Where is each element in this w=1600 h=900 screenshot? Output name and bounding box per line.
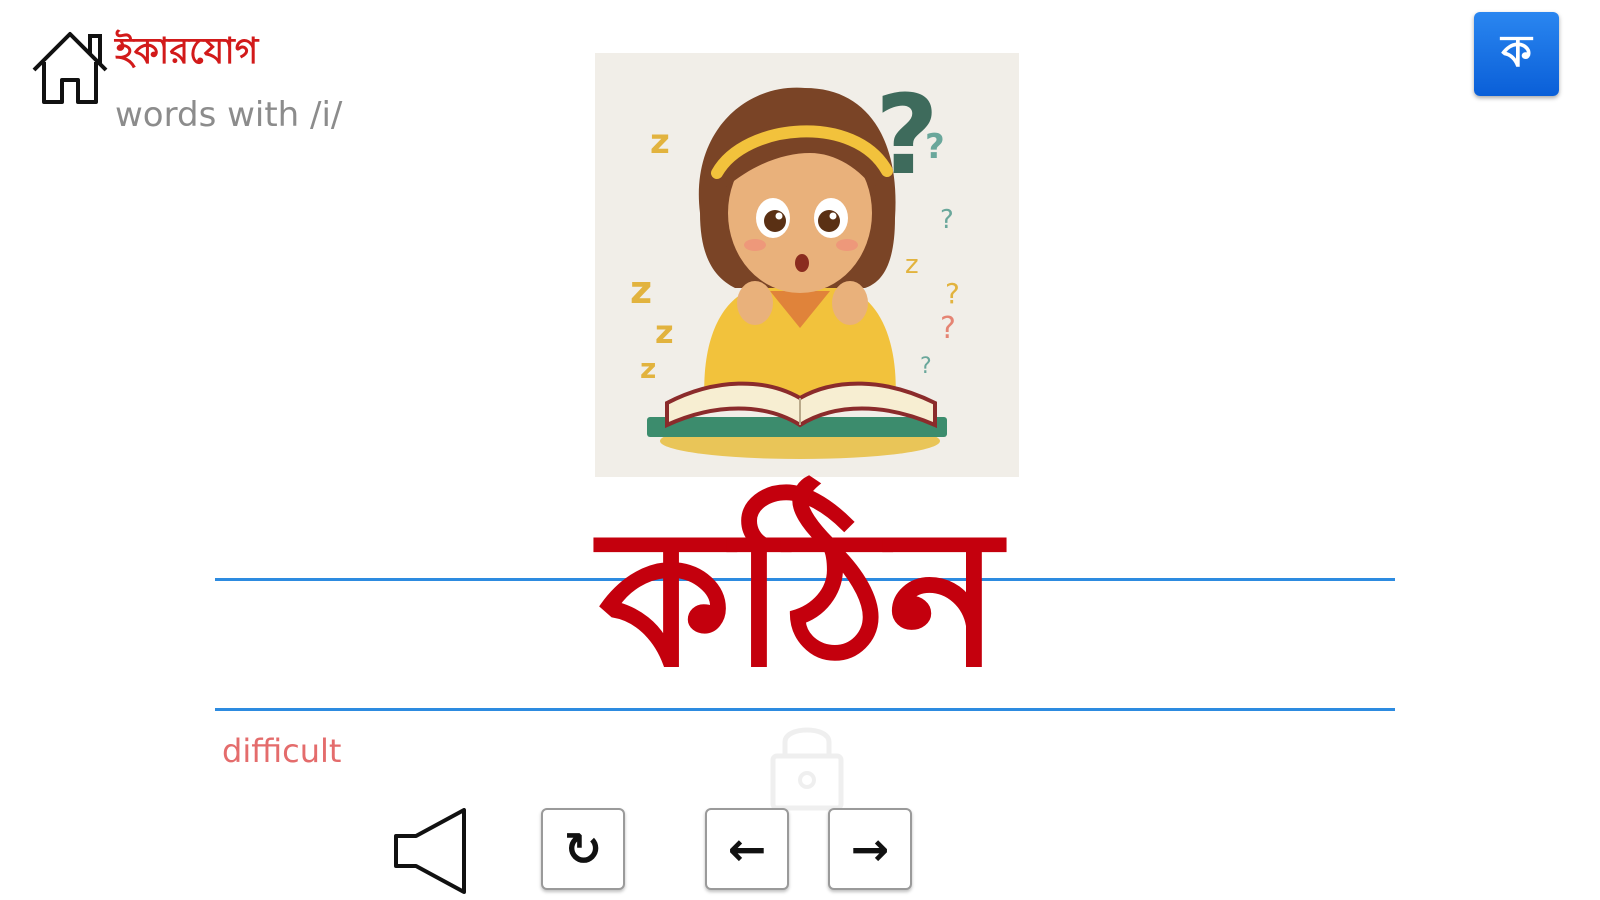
word-illustration: ? ? ? ? ? z ? z z z z bbox=[595, 53, 1019, 477]
svg-text:?: ? bbox=[940, 205, 954, 235]
home-button[interactable] bbox=[28, 26, 112, 108]
replay-icon: ↻ bbox=[563, 822, 603, 876]
lock-icon bbox=[763, 712, 851, 812]
language-button[interactable]: ক bbox=[1474, 12, 1559, 96]
svg-text:z: z bbox=[630, 268, 652, 312]
lesson-title: ইকারযোগ bbox=[115, 31, 259, 72]
arrow-right-icon: → bbox=[850, 822, 890, 876]
svg-text:z: z bbox=[650, 122, 670, 162]
svg-text:z: z bbox=[640, 352, 656, 385]
word-translation: difficult bbox=[222, 732, 342, 770]
play-audio-button[interactable] bbox=[392, 808, 472, 894]
svg-text:?: ? bbox=[940, 311, 956, 346]
previous-button[interactable]: ← bbox=[705, 808, 789, 890]
svg-text:?: ? bbox=[925, 127, 945, 167]
svg-text:z: z bbox=[905, 250, 919, 280]
lesson-word: কঠিন bbox=[598, 488, 1002, 709]
speaker-icon bbox=[394, 808, 466, 894]
svg-text:?: ? bbox=[920, 354, 932, 379]
replay-button[interactable]: ↻ bbox=[541, 808, 625, 890]
svg-text:?: ? bbox=[945, 277, 960, 310]
arrow-left-icon: ← bbox=[727, 822, 767, 876]
lesson-subtitle: words with /i/ bbox=[115, 95, 343, 135]
next-button[interactable]: → bbox=[828, 808, 912, 890]
home-icon bbox=[32, 32, 108, 104]
svg-text:z: z bbox=[655, 313, 674, 351]
